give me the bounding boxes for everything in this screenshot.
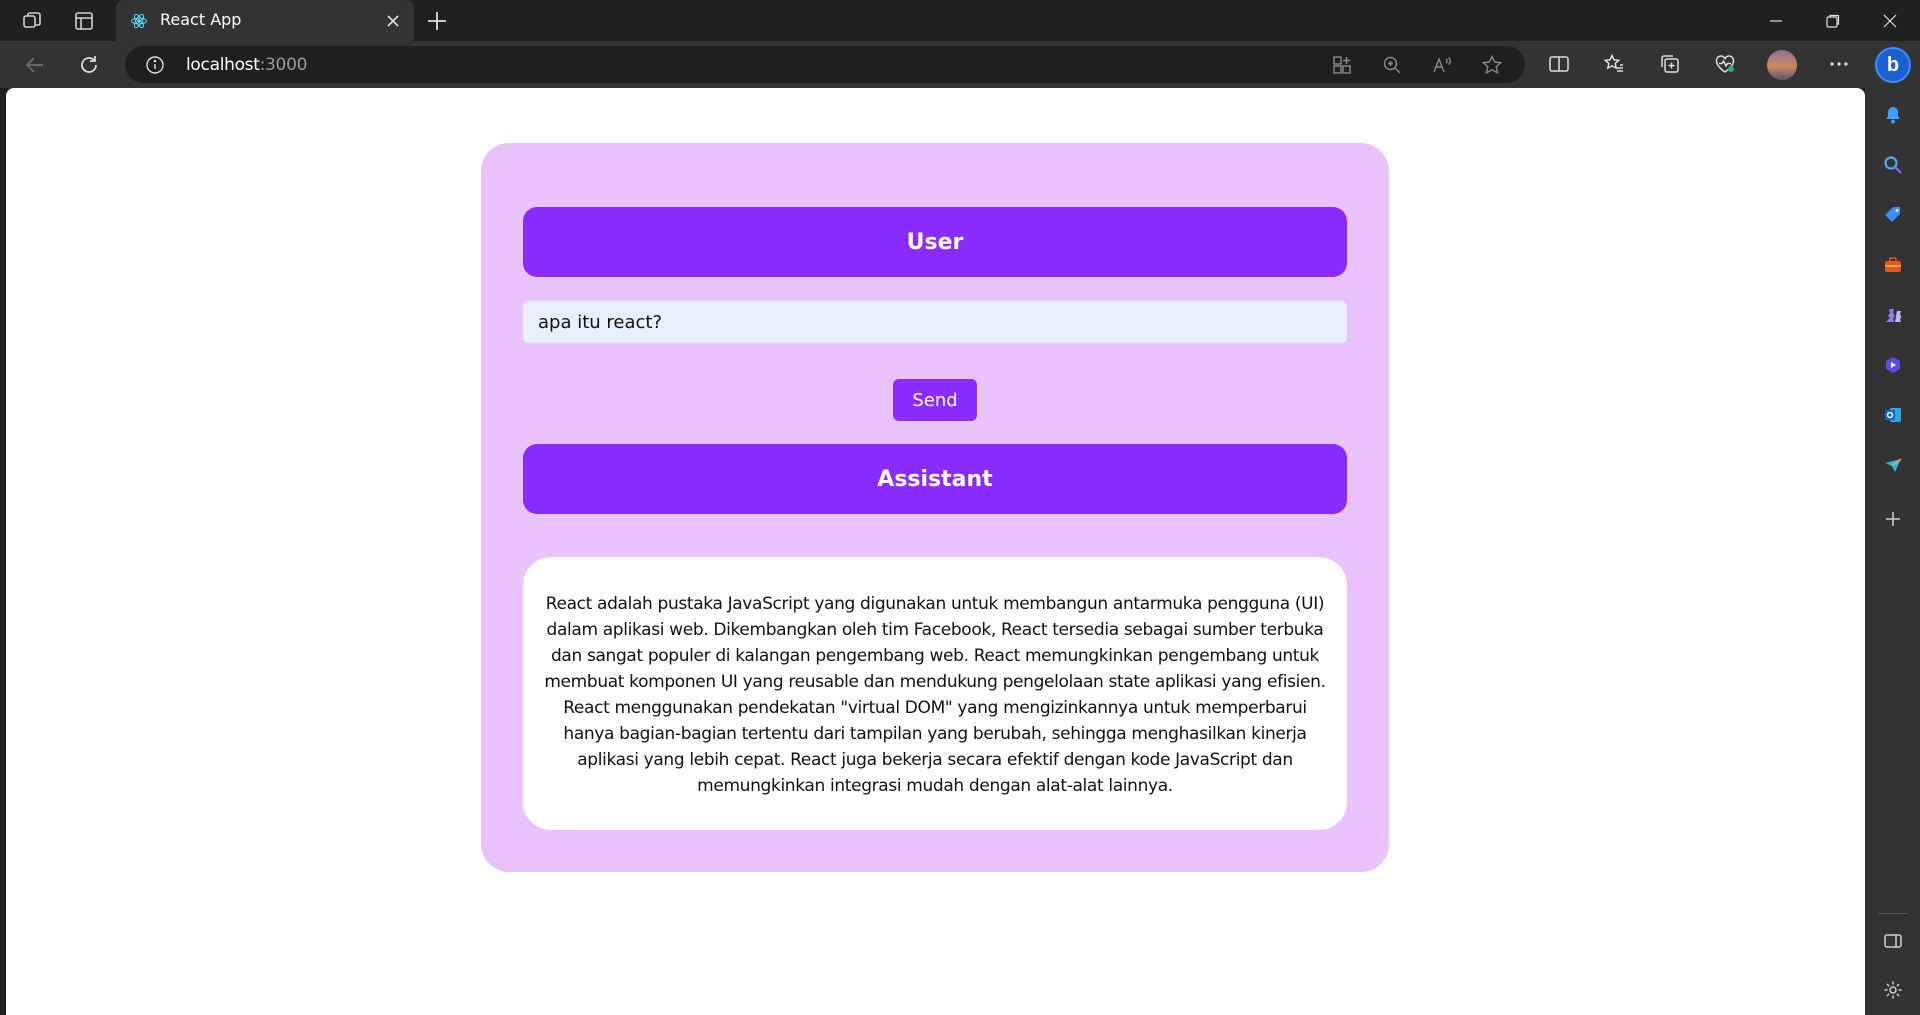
- user-message-input[interactable]: [523, 301, 1347, 343]
- shopping-tag-icon[interactable]: [1881, 203, 1905, 227]
- hide-sidebar-icon[interactable]: [1881, 929, 1905, 953]
- assistant-header: Assistant: [523, 444, 1347, 514]
- close-tab-icon[interactable]: [384, 12, 402, 30]
- notification-bell-icon[interactable]: [1881, 103, 1905, 127]
- search-icon[interactable]: [1881, 153, 1905, 177]
- more-options-icon[interactable]: [1825, 50, 1853, 78]
- profile-avatar[interactable]: [1767, 50, 1797, 80]
- url-text[interactable]: localhost:3000: [186, 56, 307, 74]
- settings-gear-icon[interactable]: [1881, 978, 1905, 1002]
- browser-title-bar: React App: [0, 0, 1920, 41]
- favorites-icon[interactable]: [1600, 50, 1628, 78]
- zoom-icon[interactable]: [1381, 54, 1403, 76]
- address-bar[interactable]: localhost:3000: [125, 46, 1525, 83]
- add-sidebar-app-icon[interactable]: [1881, 507, 1905, 531]
- new-tab-icon[interactable]: [424, 8, 450, 34]
- favorite-star-icon[interactable]: [1481, 54, 1503, 76]
- copilot-icon[interactable]: b: [1875, 47, 1911, 83]
- restore-window-icon[interactable]: [1805, 0, 1861, 41]
- sidebar-divider: [1878, 913, 1908, 914]
- assistant-response-text: React adalah pustaka JavaScript yang dig…: [544, 594, 1326, 796]
- page-viewport: User Send Assistant React adalah pustaka…: [6, 88, 1865, 1015]
- outlook-icon[interactable]: [1881, 403, 1905, 427]
- games-icon[interactable]: [1881, 303, 1905, 327]
- url-host: localhost: [186, 55, 260, 75]
- browser-essentials-icon[interactable]: [1711, 50, 1739, 78]
- collections-icon[interactable]: [1656, 50, 1684, 78]
- edge-sidebar: b: [1865, 41, 1920, 1015]
- split-screen-icon[interactable]: [1545, 50, 1573, 78]
- tab-actions-icon[interactable]: [71, 8, 97, 34]
- assistant-response-box: React adalah pustaka JavaScript yang dig…: [523, 557, 1347, 830]
- drop-send-icon[interactable]: [1881, 453, 1905, 477]
- microsoft-365-icon[interactable]: [1881, 353, 1905, 377]
- user-header: User: [523, 207, 1347, 277]
- react-logo-icon: [131, 13, 147, 29]
- app-available-icon[interactable]: [1331, 54, 1353, 76]
- tab-title: React App: [160, 10, 242, 29]
- read-aloud-icon[interactable]: [1431, 54, 1453, 76]
- url-port: :3000: [259, 55, 308, 75]
- minimize-window-icon[interactable]: [1748, 0, 1804, 41]
- browser-toolbar: localhost:3000: [0, 41, 1920, 88]
- chat-card: User Send Assistant React adalah pustaka…: [481, 143, 1389, 872]
- browser-tab-active[interactable]: React App: [116, 0, 414, 41]
- close-window-icon[interactable]: [1862, 0, 1918, 41]
- back-arrow-icon[interactable]: [20, 50, 50, 80]
- tools-briefcase-icon[interactable]: [1881, 253, 1905, 277]
- workspaces-icon[interactable]: [19, 8, 45, 34]
- site-info-icon[interactable]: [145, 55, 165, 75]
- refresh-icon[interactable]: [74, 50, 104, 80]
- send-button[interactable]: Send: [893, 379, 977, 421]
